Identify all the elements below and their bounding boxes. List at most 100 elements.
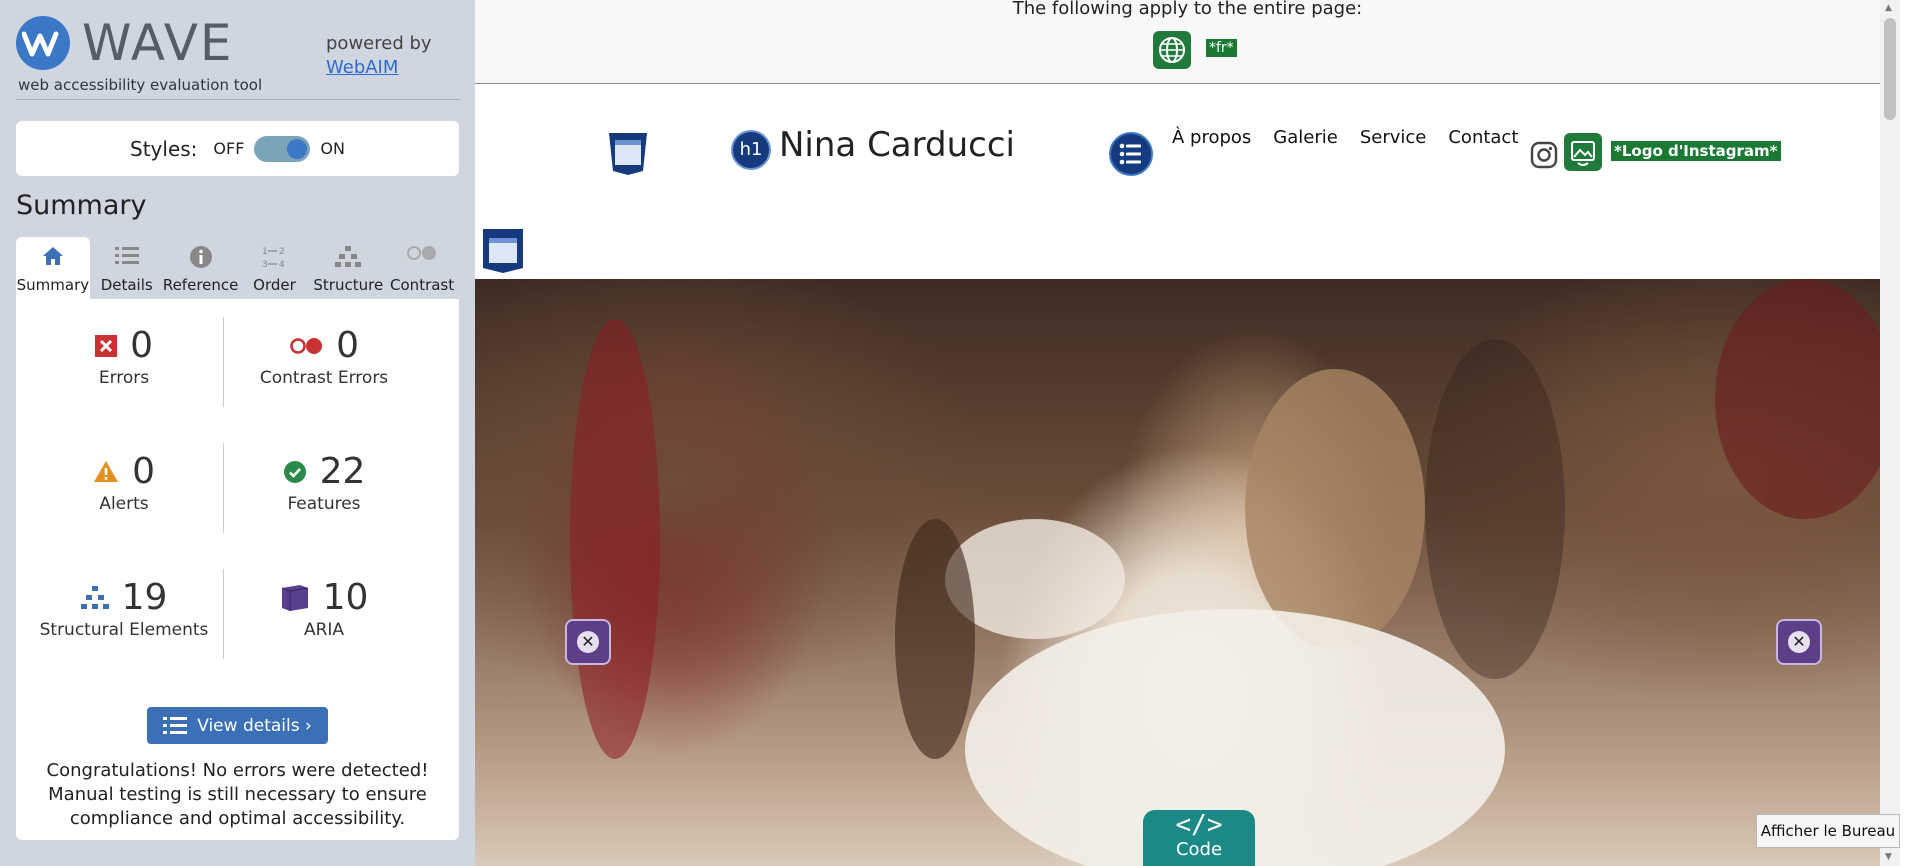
stat-count: 0 [336, 325, 359, 366]
styles-on-label: ON [320, 139, 345, 158]
stat-alerts[interactable]: 0 Alerts [24, 451, 224, 514]
stat-count: 19 [121, 577, 168, 618]
tab-structure[interactable]: Structure [311, 237, 385, 299]
tab-label: Reference [162, 276, 239, 294]
hero-image: ✕ ✕ [475, 279, 1900, 866]
carousel-next-icon[interactable]: ✕ [1776, 619, 1822, 665]
styles-label: Styles: [130, 136, 198, 161]
structure-icon [335, 246, 362, 267]
home-icon [42, 247, 63, 265]
site-header: h1 Nina Carducci À propos Galerie Servic… [475, 85, 1900, 279]
wave-tagline: web accessibility evaluation tool [18, 76, 263, 94]
page-notice-text: The following apply to the entire page: [1012, 0, 1363, 19]
structure-icon [80, 585, 109, 609]
vertical-scrollbar[interactable]: ▲ ▼ [1880, 0, 1900, 866]
styles-toggle-box: Styles: OFF ON [16, 121, 459, 176]
stat-count: 10 [322, 577, 369, 618]
show-desktop-tooltip: Afficher le Bureau [1756, 814, 1900, 848]
tab-details[interactable]: Details [90, 237, 164, 299]
webaim-link[interactable]: WebAIM [326, 56, 432, 80]
stat-label: Features [287, 494, 361, 514]
contrast-error-icon [290, 337, 322, 354]
error-icon [95, 334, 117, 357]
info-icon [189, 246, 212, 268]
header-region-icon[interactable] [605, 131, 651, 177]
aria-icon [281, 584, 308, 611]
svg-text:2: 2 [279, 247, 285, 257]
scrollbar-thumb[interactable] [1884, 18, 1896, 120]
scroll-down-icon[interactable]: ▼ [1885, 852, 1892, 862]
view-details-button[interactable]: View details › [147, 707, 328, 744]
tab-summary[interactable]: Summary [16, 237, 90, 299]
wave-wordmark: WAVE [82, 14, 234, 72]
code-label: Code [1175, 839, 1223, 860]
stat-label: ARIA [303, 620, 345, 640]
stat-label: Structural Elements [39, 620, 209, 640]
congrats-message: Congratulations! No errors were detected… [46, 760, 429, 829]
stat-count: 0 [130, 325, 153, 366]
stat-count: 22 [319, 451, 366, 492]
tab-order[interactable]: 1 2 3 4 Order [238, 237, 312, 299]
styles-off-label: OFF [213, 139, 245, 158]
code-icon: </> [1175, 810, 1223, 840]
language-tag: *fr* [1206, 39, 1237, 57]
svg-text:4: 4 [279, 260, 285, 269]
tab-label: Details [100, 276, 153, 294]
site-nav: À propos Galerie Service Contact [1172, 127, 1518, 148]
page-level-notice: The following apply to the entire page: … [475, 0, 1900, 84]
tab-label: Contrast [390, 276, 455, 294]
linked-image-icon[interactable] [1564, 133, 1602, 171]
tab-reference[interactable]: Reference [162, 237, 239, 299]
stat-features[interactable]: 22 Features [224, 451, 424, 514]
stat-contrast-errors[interactable]: 0 Contrast Errors [224, 325, 424, 388]
wave-brand: WAVE web accessibility evaluation tool p… [16, 14, 460, 100]
stat-aria[interactable]: 10 ARIA [224, 577, 424, 640]
nav-link-service[interactable]: Service [1360, 127, 1427, 148]
stat-label: Alerts [99, 494, 149, 514]
stat-count: 0 [132, 451, 155, 492]
instagram-alt-label: *Logo d'Instagram* [1611, 141, 1781, 161]
toggle-knob [287, 138, 308, 159]
alert-icon [94, 461, 118, 482]
stat-errors[interactable]: 0 Errors [24, 325, 224, 388]
close-icon: ✕ [1788, 631, 1810, 653]
main-region-icon[interactable] [481, 228, 525, 274]
stat-label: Errors [98, 368, 150, 388]
list-icon [163, 716, 188, 734]
stat-label: Contrast Errors [259, 368, 389, 388]
styles-toggle[interactable] [254, 135, 311, 162]
stat-structural[interactable]: 19 Structural Elements [24, 577, 224, 640]
summary-panel: Summary Details Reference 1 2 3 4 Order Str… [16, 237, 459, 840]
instagram-icon[interactable] [1530, 141, 1558, 169]
nav-link-gallery[interactable]: Galerie [1273, 127, 1338, 148]
code-toggle-button[interactable]: </> Code [1143, 810, 1255, 866]
svg-text:3: 3 [262, 260, 268, 269]
tab-label: Summary [16, 276, 90, 294]
evaluated-page: The following apply to the entire page: … [475, 0, 1900, 866]
site-title: Nina Carducci [779, 125, 1015, 165]
nav-link-about[interactable]: À propos [1172, 127, 1251, 148]
wave-sidebar: WAVE web accessibility evaluation tool p… [0, 0, 475, 866]
tab-label: Structure [313, 276, 384, 294]
svg-text:1: 1 [262, 247, 268, 257]
carousel-prev-icon[interactable]: ✕ [565, 619, 611, 665]
close-icon: ✕ [577, 631, 599, 653]
list-icon[interactable] [1109, 132, 1153, 176]
nav-link-contact[interactable]: Contact [1448, 127, 1518, 148]
hero-photo-shapes [570, 279, 1895, 866]
scroll-up-icon[interactable]: ▲ [1885, 3, 1892, 13]
order-icon: 1 2 3 4 [262, 247, 285, 269]
sidebar-tabs: Summary Details Reference 1 2 3 4 Order Str… [16, 237, 459, 299]
tab-label: Order [253, 276, 296, 294]
wave-logo-icon [16, 16, 70, 70]
view-details-label: View details › [197, 715, 312, 736]
list-icon [114, 247, 139, 264]
language-icon[interactable] [1153, 31, 1191, 69]
tab-contrast[interactable]: Contrast [385, 237, 459, 299]
contrast-icon [407, 246, 437, 260]
feature-icon [283, 460, 306, 483]
powered-by-text: powered by [326, 33, 432, 54]
powered-by: powered by WebAIM [326, 32, 432, 80]
summary-heading: Summary [16, 190, 147, 221]
h1-icon[interactable]: h1 [731, 130, 771, 170]
